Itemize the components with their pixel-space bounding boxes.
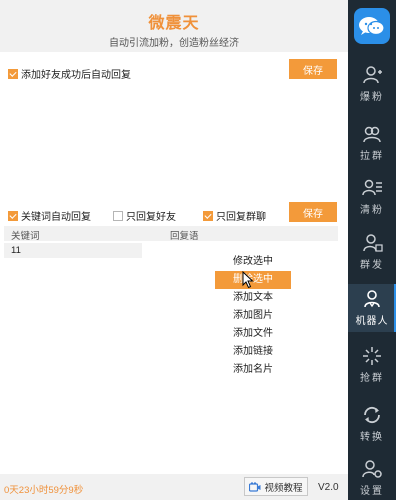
sidebar-item-robot[interactable]: 机器人 xyxy=(348,284,396,332)
app-logo xyxy=(354,8,390,44)
auto-reply-friend-checkbox[interactable] xyxy=(8,68,18,79)
user-list-icon xyxy=(362,179,382,196)
header: 微震天 自动引流加粉，创造粉丝经济 xyxy=(0,0,348,52)
keyword-reply-checkbox[interactable] xyxy=(8,210,18,221)
keyword-reply-label: 关键词自动回复 xyxy=(21,212,91,223)
sidebar-item-laqun[interactable]: 拉群 xyxy=(348,119,396,167)
save-keyword-reply-button[interactable]: 保存 xyxy=(289,202,337,222)
sidebar-label: 机器人 xyxy=(355,316,389,327)
menu-item-edit-selected[interactable]: 修改选中 xyxy=(215,253,291,271)
mouse-cursor-icon xyxy=(242,271,254,289)
spark-icon xyxy=(363,347,381,365)
countdown-timer: 0天23小时59分9秒 xyxy=(4,485,84,496)
sidebar-item-qiangqun[interactable]: 抢群 xyxy=(348,341,396,389)
sidebar-label: 拉群 xyxy=(360,151,384,162)
menu-item-add-file[interactable]: 添加文件 xyxy=(215,325,291,343)
sidebar-item-zhuanhuan[interactable]: 转换 xyxy=(348,400,396,448)
user-settings-icon xyxy=(362,460,382,478)
keyword-reply-option[interactable]: 关键词自动回复 xyxy=(8,208,91,223)
group-icon xyxy=(363,126,381,143)
save-friend-reply-button[interactable]: 保存 xyxy=(289,59,337,79)
group-only-checkbox[interactable] xyxy=(203,210,213,221)
video-icon xyxy=(249,481,261,492)
friend-only-label: 只回复好友 xyxy=(126,212,176,223)
sidebar-label: 群发 xyxy=(360,260,384,271)
sidebar-label: 转换 xyxy=(360,432,384,443)
auto-reply-friend-option[interactable]: 添加好友成功后自动回复 xyxy=(8,66,131,81)
sidebar-item-qunfa[interactable]: 群发 xyxy=(348,228,396,276)
column-keyword: 关键词 xyxy=(11,231,40,242)
friend-only-checkbox[interactable] xyxy=(113,210,123,221)
video-tutorial-label: 视频教程 xyxy=(264,482,303,494)
sidebar-item-qingfen[interactable]: 清粉 xyxy=(348,173,396,221)
sidebar-label: 清粉 xyxy=(360,205,384,216)
refresh-icon xyxy=(364,406,380,424)
auto-reply-friend-label: 添加好友成功后自动回复 xyxy=(21,70,131,81)
version-label: V2.0 xyxy=(318,482,339,493)
group-only-option[interactable]: 只回复群聊 xyxy=(203,208,266,223)
menu-item-add-text[interactable]: 添加文本 xyxy=(215,289,291,307)
group-only-label: 只回复群聊 xyxy=(216,212,266,223)
add-user-icon xyxy=(363,66,382,84)
footer: 0天23小时59分9秒 视频教程 V2.0 xyxy=(0,474,348,500)
sidebar-item-baofen[interactable]: 爆粉 xyxy=(348,60,396,108)
menu-item-add-image[interactable]: 添加图片 xyxy=(215,307,291,325)
friend-only-option[interactable]: 只回复好友 xyxy=(113,208,176,223)
video-tutorial-button[interactable]: 视频教程 xyxy=(244,477,308,496)
menu-item-add-card[interactable]: 添加名片 xyxy=(215,361,291,379)
app-title: 微震天 xyxy=(148,15,200,32)
keyword-table-header: 关键词 回复语 xyxy=(4,226,338,242)
sidebar-label: 设置 xyxy=(360,486,384,497)
menu-item-add-link[interactable]: 添加链接 xyxy=(215,343,291,361)
broadcast-icon xyxy=(363,234,383,252)
sidebar: 爆粉 拉群 清粉 群发 机器人 抢群 转换 设置 xyxy=(348,0,396,500)
robot-user-icon xyxy=(364,290,380,308)
sidebar-label: 爆粉 xyxy=(360,92,384,103)
main-panel: 微震天 自动引流加粉，创造粉丝经济 添加好友成功后自动回复 保存 关键词自动回复… xyxy=(0,0,348,500)
sidebar-label: 抢群 xyxy=(360,373,384,384)
sidebar-item-shezhi[interactable]: 设置 xyxy=(348,454,396,502)
row-keyword-cell: 11 xyxy=(11,245,21,256)
table-row[interactable]: 11 xyxy=(4,243,142,258)
column-reply: 回复语 xyxy=(170,231,199,242)
app-subtitle: 自动引流加粉，创造粉丝经济 xyxy=(109,38,239,49)
